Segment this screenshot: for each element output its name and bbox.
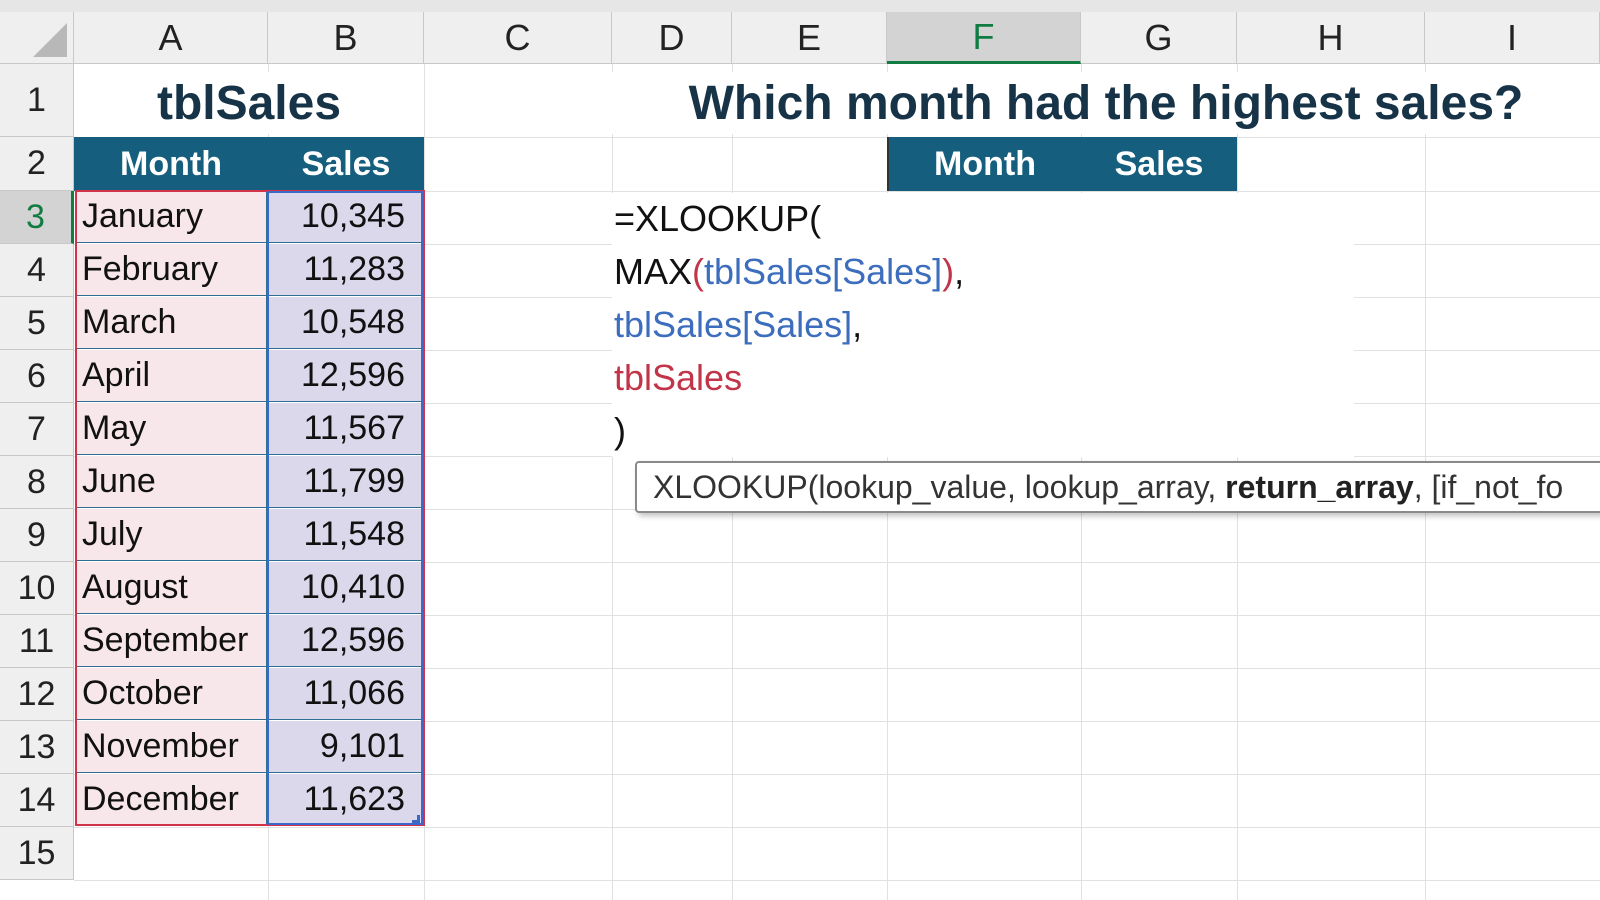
table-cell-sales[interactable]: 10,410	[268, 562, 421, 614]
column-header-a[interactable]: A	[74, 12, 268, 64]
row-header-9[interactable]: 9	[0, 509, 74, 562]
row-header-10[interactable]: 10	[0, 562, 74, 615]
table-cell-sales[interactable]: 11,548	[268, 509, 421, 561]
tooltip-suffix: , [if_not_fo	[1413, 468, 1564, 505]
row-header-1[interactable]: 1	[0, 64, 74, 137]
table-cell-sales[interactable]: 10,548	[268, 297, 421, 349]
row-header-7[interactable]: 7	[0, 403, 74, 456]
table-cell-sales[interactable]: 10,345	[268, 191, 421, 243]
result-header-sales[interactable]: Sales	[1081, 137, 1237, 191]
table-cell-month[interactable]: June	[76, 456, 267, 508]
column-header-b[interactable]: B	[268, 12, 424, 64]
table-cell-sales[interactable]: 11,567	[268, 403, 421, 455]
tooltip-prefix: XLOOKUP(lookup_value, lookup_array,	[653, 468, 1217, 505]
row-header-4[interactable]: 4	[0, 244, 74, 297]
row-header-15[interactable]: 15	[0, 827, 74, 880]
table-cell-month[interactable]: October	[76, 668, 267, 720]
table-cell-month[interactable]: August	[76, 562, 267, 614]
row-header-6[interactable]: 6	[0, 350, 74, 403]
table-cell-sales[interactable]: 12,596	[268, 615, 421, 667]
row-header-13[interactable]: 13	[0, 721, 74, 774]
question-title-cell[interactable]: Which month had the highest sales?	[612, 72, 1600, 134]
table-header-month[interactable]: Month	[74, 137, 268, 191]
formula-line-1: =XLOOKUP(	[614, 198, 822, 239]
column-header-d[interactable]: D	[612, 12, 732, 64]
table-cell-month[interactable]: July	[76, 509, 267, 561]
table-cell-sales[interactable]: 12,596	[268, 350, 421, 402]
table-cell-month[interactable]: January	[76, 191, 267, 243]
row-header-8[interactable]: 8	[0, 456, 74, 509]
formula-line-3: tblSales[Sales],	[614, 304, 863, 345]
table-cell-sales[interactable]: 11,623	[268, 774, 421, 826]
formula-line-5: )	[614, 410, 626, 451]
table-cell-sales[interactable]: 9,101	[268, 721, 421, 773]
column-header-h[interactable]: H	[1237, 12, 1425, 64]
formula-line-4: tblSales	[614, 357, 743, 398]
table-cell-month[interactable]: November	[76, 721, 267, 773]
row-header-2[interactable]: 2	[0, 137, 74, 191]
table-cell-month[interactable]: December	[76, 774, 267, 826]
column-header-e[interactable]: E	[732, 12, 887, 64]
formula-line-2: MAX(tblSales[Sales]),	[614, 251, 965, 292]
tooltip-current-argument[interactable]: return_array	[1225, 469, 1414, 506]
row-header-12[interactable]: 12	[0, 668, 74, 721]
select-all-button[interactable]	[0, 12, 74, 64]
table-cell-month[interactable]: April	[76, 350, 267, 402]
column-header-c[interactable]: C	[424, 12, 612, 64]
table-cell-month[interactable]: September	[76, 615, 267, 667]
column-header-i[interactable]: I	[1425, 12, 1600, 64]
table-cell-sales[interactable]: 11,799	[268, 456, 421, 508]
column-header-f[interactable]: F	[887, 12, 1081, 64]
table-cell-sales[interactable]: 11,066	[268, 668, 421, 720]
row-header-5[interactable]: 5	[0, 297, 74, 350]
row-header-11[interactable]: 11	[0, 615, 74, 668]
table-cell-month[interactable]: February	[76, 244, 267, 296]
table-header-sales[interactable]: Sales	[268, 137, 424, 191]
row-header-14[interactable]: 14	[0, 774, 74, 827]
row-header-3[interactable]: 3	[0, 191, 74, 244]
select-all-triangle-icon	[33, 23, 67, 57]
table-resize-handle[interactable]	[412, 815, 420, 823]
table-cell-month[interactable]: May	[76, 403, 267, 455]
function-argument-tooltip[interactable]: XLOOKUP(lookup_value, lookup_array, retu…	[635, 461, 1600, 513]
table-title-cell[interactable]: tblSales	[74, 72, 424, 134]
top-bar	[0, 0, 1600, 12]
table-cell-sales[interactable]: 11,283	[268, 244, 421, 296]
table-cell-month[interactable]: March	[76, 297, 267, 349]
column-divider	[266, 191, 268, 824]
result-header-month[interactable]: Month	[887, 137, 1081, 191]
column-header-g[interactable]: G	[1081, 12, 1237, 64]
